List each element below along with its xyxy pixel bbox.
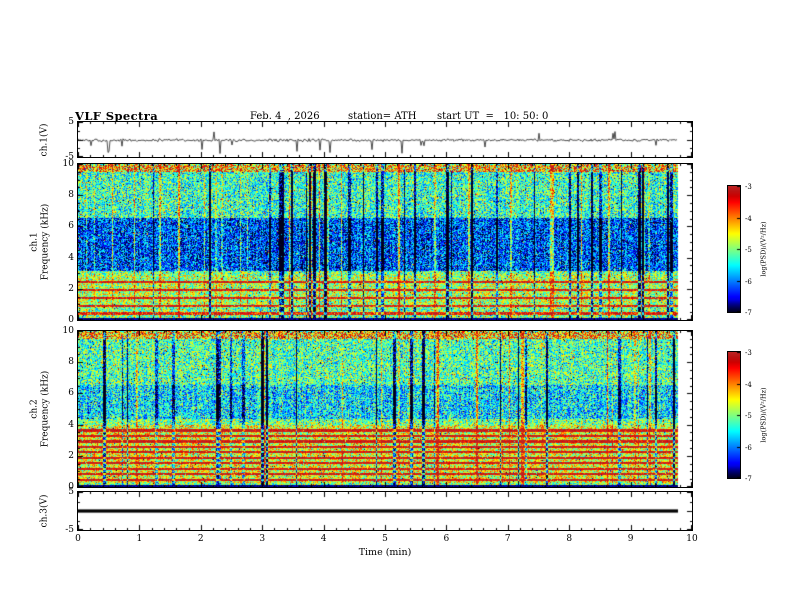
ch1-waveform-canvas xyxy=(78,122,692,157)
x-tick-label: 7 xyxy=(498,534,518,544)
colorbar-tick-label: -7 xyxy=(745,308,761,318)
y-tick-label: 5 xyxy=(42,487,74,497)
y-tick-label: 6 xyxy=(42,221,74,231)
x-tick-label: 9 xyxy=(621,534,641,544)
x-tick-label: 8 xyxy=(559,534,579,544)
y-tick-label: 2 xyxy=(42,451,74,461)
ch3-waveform-canvas xyxy=(78,492,692,530)
vlf-spectra-figure: VLF Spectra Feb. 4 , 2026 station= ATH s… xyxy=(0,0,792,612)
colorbar-tick-label: -7 xyxy=(745,474,761,484)
x-tick-label: 10 xyxy=(682,534,702,544)
plot-title: VLF Spectra xyxy=(75,109,158,123)
y-tick-label: 8 xyxy=(42,357,74,367)
y-tick-label: 4 xyxy=(42,420,74,430)
x-tick-label: 1 xyxy=(129,534,149,544)
x-tick-label: 4 xyxy=(314,534,334,544)
plot-start-ut: start UT = 10: 50: 0 xyxy=(437,111,548,122)
y-tick-label: 0 xyxy=(42,315,74,325)
y-tick-label: 5 xyxy=(42,117,74,127)
ch1-frequency-ylabel: ch.1Frequency (kHz) xyxy=(24,164,56,320)
x-tick-label: 2 xyxy=(191,534,211,544)
colorbar-tick-label: -6 xyxy=(745,443,761,453)
colorbar-1-canvas xyxy=(728,186,740,312)
x-tick-label: 6 xyxy=(436,534,456,544)
y-tick-label: 8 xyxy=(42,190,74,200)
y-tick-label: 4 xyxy=(42,253,74,263)
colorbar-tick-label: -6 xyxy=(745,277,761,287)
colorbar-tick-label: -3 xyxy=(745,348,761,358)
ch2-frequency-ylabel: ch.2Frequency (kHz) xyxy=(24,331,56,487)
y-tick-label: 6 xyxy=(42,388,74,398)
colorbar-tick-label: -5 xyxy=(745,245,761,255)
plot-date: Feb. 4 , 2026 xyxy=(250,111,320,122)
y-tick-label: 2 xyxy=(42,284,74,294)
x-axis-label: Time (min) xyxy=(335,547,435,558)
ch2-spectrogram-canvas xyxy=(78,331,692,487)
y-tick-label: 10 xyxy=(42,326,74,336)
x-tick-label: 5 xyxy=(375,534,395,544)
colorbar-2-canvas xyxy=(728,352,740,478)
x-tick-label: 3 xyxy=(252,534,272,544)
colorbar-tick-label: -4 xyxy=(745,380,761,390)
colorbar-tick-label: -3 xyxy=(745,182,761,192)
x-tick-label: 0 xyxy=(68,534,88,544)
ch1-spectrogram-canvas xyxy=(78,164,692,320)
plot-station: station= ATH xyxy=(348,111,416,122)
y-tick-label: 10 xyxy=(42,159,74,169)
colorbar-tick-label: -5 xyxy=(745,411,761,421)
colorbar-tick-label: -4 xyxy=(745,214,761,224)
